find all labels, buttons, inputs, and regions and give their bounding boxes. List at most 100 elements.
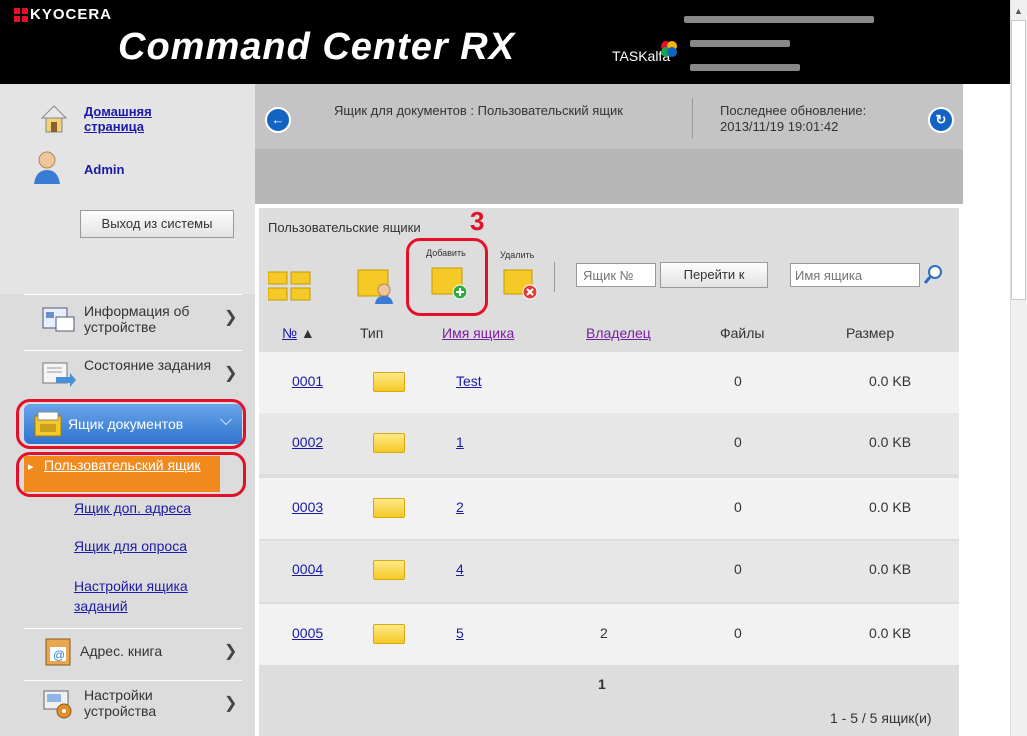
- info-divider: [692, 98, 693, 138]
- section-title: Пользовательские ящики: [268, 220, 421, 235]
- column-header-size: Размер: [846, 325, 895, 341]
- box-number-link[interactable]: 0004: [292, 561, 323, 577]
- table-row: 0001 Test 0 0.0 KB: [259, 352, 959, 413]
- svg-text:@: @: [53, 648, 65, 662]
- chevron-right-icon: ❯: [224, 643, 238, 660]
- last-update-value: 2013/11/19 19:01:42: [720, 119, 839, 134]
- sidebar-item-label: Настройки устройства: [84, 687, 157, 719]
- add-box-button[interactable]: [430, 262, 470, 302]
- sidebar-item-address-book[interactable]: @ Адрес. книга ❯: [24, 628, 242, 673]
- sidebar-item-label: Адрес. книга: [80, 643, 163, 659]
- page-number[interactable]: 1: [598, 676, 606, 692]
- device-info-icon: [42, 305, 76, 333]
- sidebar-subitem-polling-box[interactable]: Ящик для опроса: [74, 538, 187, 554]
- header-info-blur: [684, 16, 874, 23]
- sidebar-item-device-info[interactable]: Информация об устройстве ❯: [24, 294, 242, 339]
- box-files: 0: [734, 434, 742, 450]
- goto-button[interactable]: Перейти к: [660, 262, 768, 288]
- annotation-number-3: 3: [470, 206, 485, 236]
- box-name-link[interactable]: 4: [456, 561, 464, 577]
- column-header-owner[interactable]: Владелец: [586, 325, 651, 341]
- header-info-blur: [690, 40, 790, 47]
- box-name-link[interactable]: Test: [456, 373, 482, 389]
- sidebar-item-device-settings[interactable]: Настройки устройства ❯: [24, 680, 242, 725]
- box-number-link[interactable]: 0002: [292, 434, 323, 450]
- sidebar-item-document-box[interactable]: Ящик документов ⌵: [24, 404, 242, 444]
- refresh-icon[interactable]: ↻: [928, 107, 954, 133]
- box-files: 0: [734, 499, 742, 515]
- box-number-link[interactable]: 0003: [292, 499, 323, 515]
- box-size: 0.0 KB: [869, 625, 912, 641]
- scroll-up-icon[interactable]: ▲: [1014, 6, 1023, 16]
- sidebar-subitem-label: Пользовательский ящик: [44, 457, 201, 473]
- arrow-right-icon: ▸: [28, 461, 34, 473]
- job-status-icon: [42, 359, 76, 387]
- brand-name: KYOCERA: [30, 6, 113, 23]
- folder-icon: [373, 624, 405, 644]
- user-name: Admin: [84, 162, 125, 177]
- box-files: 0: [734, 561, 742, 577]
- box-number-link[interactable]: 0001: [292, 373, 323, 389]
- delete-label: Удалить: [500, 250, 535, 260]
- sidebar-item-label: Информация об устройстве: [84, 303, 190, 335]
- info-bar-spacer: [255, 149, 963, 204]
- box-files: 0: [734, 625, 742, 641]
- folder-icon: [373, 560, 405, 580]
- address-book-icon: @: [42, 637, 76, 667]
- sidebar-item-label: Состояние задания: [84, 357, 212, 373]
- box-name-link[interactable]: 2: [456, 499, 464, 515]
- column-header-files: Файлы: [720, 325, 765, 341]
- box-size: 0.0 KB: [869, 434, 912, 450]
- box-size: 0.0 KB: [869, 499, 912, 515]
- search-icon[interactable]: [923, 264, 944, 284]
- breadcrumb: Ящик для документов : Пользовательский я…: [334, 103, 623, 118]
- home-icon[interactable]: [40, 104, 68, 134]
- box-files: 0: [734, 373, 742, 389]
- toolbar-divider: [554, 262, 555, 292]
- add-label: Добавить: [426, 248, 466, 258]
- logout-button[interactable]: Выход из системы: [80, 210, 234, 238]
- user-avatar-icon: [32, 150, 62, 184]
- sidebar-subitem-sub-address-box[interactable]: Ящик доп. адреса: [74, 500, 191, 516]
- box-number-link[interactable]: 0005: [292, 625, 323, 641]
- box-name-link[interactable]: 5: [456, 625, 464, 641]
- last-update-label: Последнее обновление:: [720, 103, 867, 118]
- chevron-right-icon: ❯: [224, 309, 238, 326]
- sidebar-subitem-user-box[interactable]: Пользовательский ящик ▸: [24, 456, 220, 492]
- owner-folder-icon[interactable]: [356, 264, 396, 304]
- column-header-number[interactable]: № ▲: [282, 325, 315, 341]
- chevron-down-icon: ⌵: [220, 412, 233, 429]
- table-row: 0002 1 0 0.0 KB: [259, 413, 959, 474]
- box-name-search-input[interactable]: [790, 263, 920, 287]
- sidebar-item-label: Ящик документов: [68, 416, 184, 432]
- sort-ascending-icon: ▲: [300, 325, 315, 341]
- device-settings-icon: [42, 687, 76, 719]
- sidebar-subitem-job-box-settings[interactable]: Настройки ящика заданий: [74, 576, 214, 616]
- kyocera-logo-icon: [14, 8, 28, 22]
- back-arrow-icon[interactable]: ←: [265, 107, 291, 133]
- box-owner: 2: [600, 625, 608, 641]
- scrollbar-thumb[interactable]: [1011, 20, 1026, 300]
- folder-icon: [373, 433, 405, 453]
- taskalfa-flower-icon: [660, 40, 678, 58]
- chevron-right-icon: ❯: [224, 365, 238, 382]
- chevron-right-icon: ❯: [224, 695, 238, 712]
- table-row: 0003 2 0 0.0 KB: [259, 478, 959, 539]
- column-header-box-name[interactable]: Имя ящика: [442, 325, 514, 341]
- view-grid-icon[interactable]: [267, 270, 312, 302]
- column-header-type: Тип: [360, 325, 384, 341]
- box-size: 0.0 KB: [869, 373, 912, 389]
- item-count: 1 - 5 / 5 ящик(и): [830, 710, 932, 726]
- document-box-icon: [34, 410, 62, 438]
- folder-icon: [373, 498, 405, 518]
- home-link[interactable]: Домашняя страница: [84, 104, 194, 134]
- header-info-blur: [690, 64, 800, 71]
- app-title: Command Center RX: [118, 26, 516, 68]
- folder-icon: [373, 372, 405, 392]
- box-number-input[interactable]: [576, 263, 656, 287]
- box-name-link[interactable]: 1: [456, 434, 464, 450]
- sidebar-item-job-status[interactable]: Состояние задания ❯: [24, 350, 242, 395]
- box-size: 0.0 KB: [869, 561, 912, 577]
- delete-box-button[interactable]: [502, 264, 542, 304]
- table-row: 0004 4 0 0.0 KB: [259, 541, 959, 602]
